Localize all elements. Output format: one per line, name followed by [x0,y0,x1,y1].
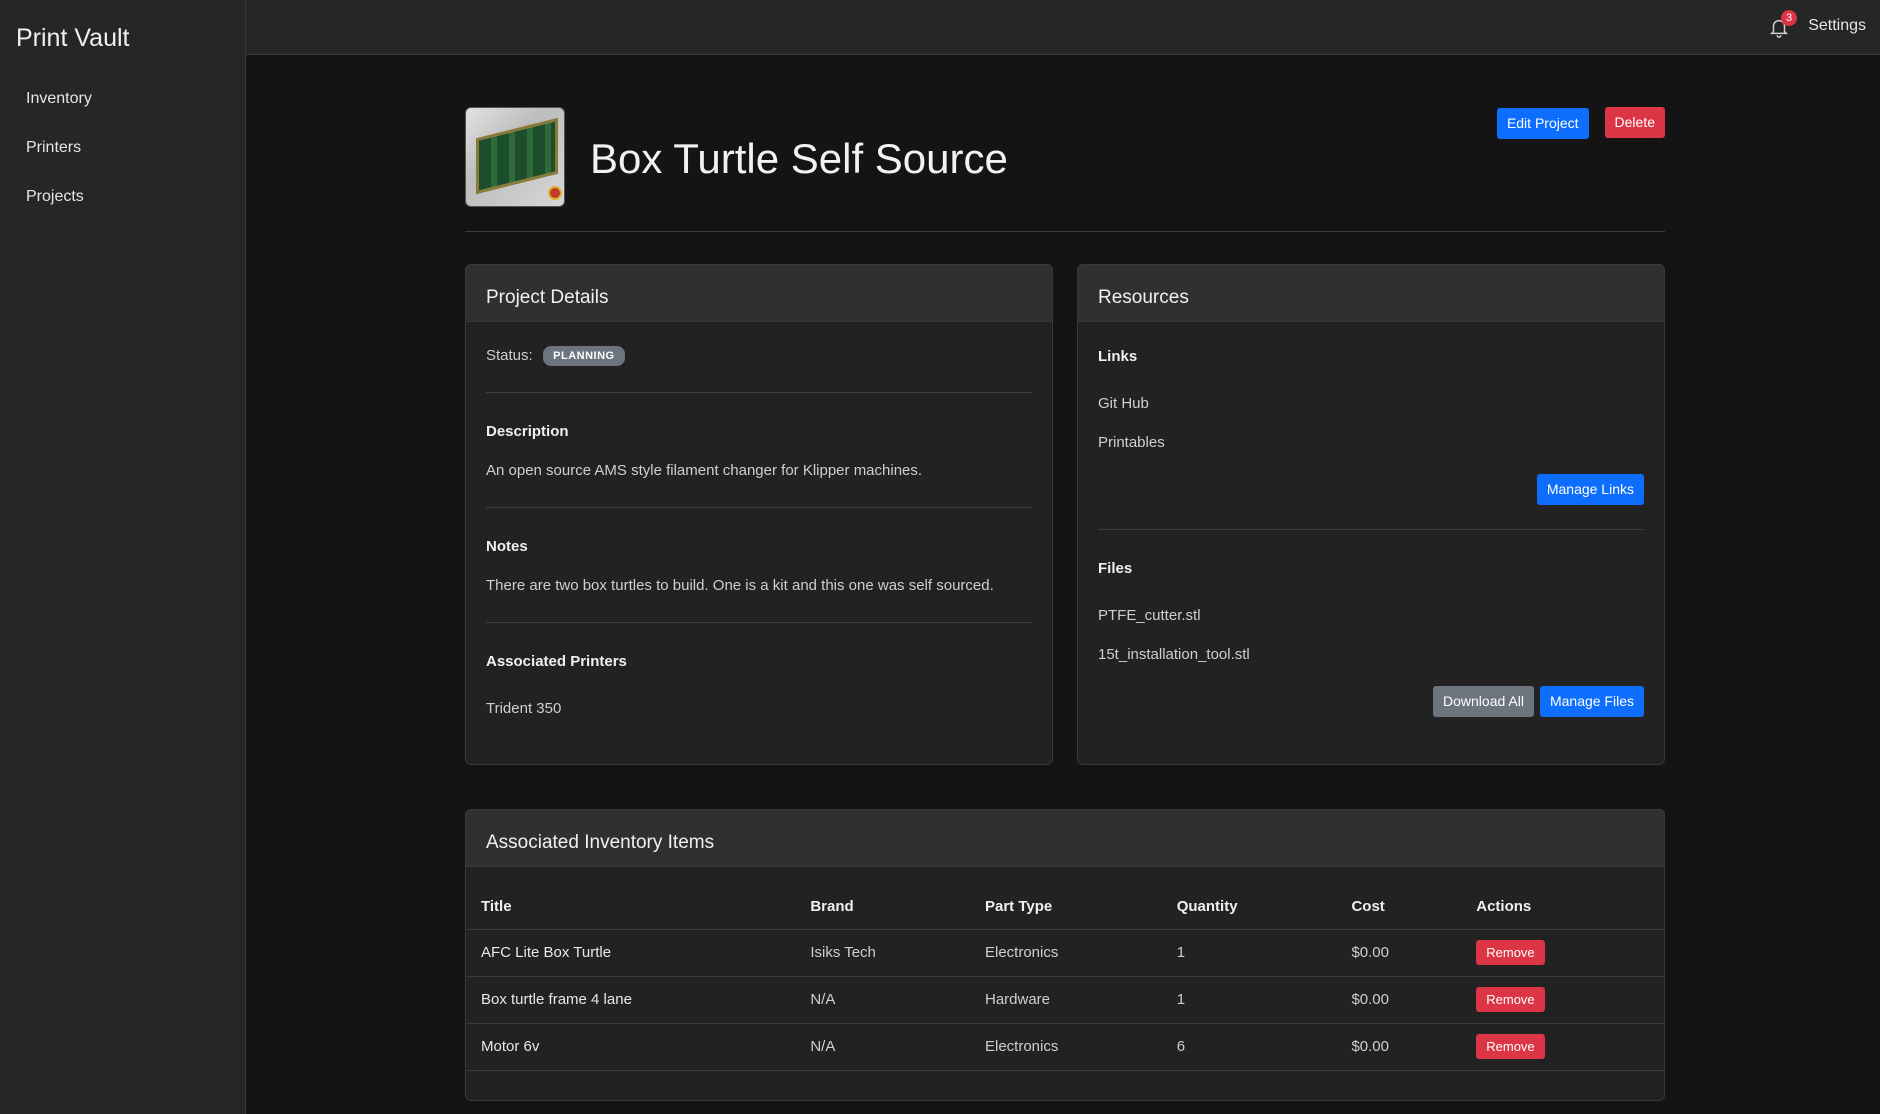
edit-project-button[interactable]: Edit Project [1496,108,1589,139]
remove-button[interactable]: Remove [1476,987,1545,1012]
project-thumbnail [465,107,565,207]
cell-title[interactable]: Box turtle frame 4 lane [466,975,811,1023]
main-content: Box Turtle Self Source Edit Project Dele… [465,107,1665,1101]
inventory-card: Associated Inventory Items Title Brand P… [465,809,1665,1101]
project-details-header: Project Details [466,265,1052,322]
resources-header: Resources [1078,265,1664,322]
table-header-row: Title Brand Part Type Quantity Cost Acti… [466,867,1664,929]
table-row: Motor 6v N/A Electronics 6 $0.00 Remove [466,1022,1664,1071]
links-title: Links [1098,348,1138,365]
cell-title[interactable]: AFC Lite Box Turtle [466,928,811,976]
app-title[interactable]: Print Vault [16,24,129,53]
column-header-quantity: Quantity [1176,898,1238,916]
page-title: Box Turtle Self Source [590,135,1008,182]
notification-count-badge: 3 [1781,10,1797,26]
delete-button[interactable]: Delete [1604,107,1665,138]
column-header-actions: Actions [1476,898,1532,916]
link-item[interactable]: Git Hub [1098,395,1644,412]
remove-button[interactable]: Remove [1476,940,1545,965]
cell-quantity: 1 [1176,928,1352,976]
sidebar: Print Vault Inventory Printers Projects [0,0,246,1114]
remove-button[interactable]: Remove [1476,1034,1545,1059]
resources-card: Resources Links Git Hub Printables Manag… [1077,264,1665,765]
cell-part-type: Hardware [985,975,1177,1023]
printer-item[interactable]: Trident 350 [486,700,1032,717]
sidebar-item-printers[interactable]: Printers [26,133,92,182]
settings-link[interactable]: Settings [1808,17,1866,35]
cell-actions: Remove [1476,928,1664,976]
sidebar-nav: Inventory Printers Projects [26,84,92,231]
cell-quantity: 1 [1176,975,1352,1023]
cell-cost: $0.00 [1351,1022,1477,1071]
cell-cost: $0.00 [1351,928,1477,976]
cell-part-type: Electronics [985,1022,1177,1071]
description-title: Description [486,423,569,440]
cell-actions: Remove [1476,975,1664,1023]
cell-part-type: Electronics [985,928,1177,976]
associated-printers-title: Associated Printers [486,653,627,670]
table-row: AFC Lite Box Turtle Isiks Tech Electroni… [466,928,1664,976]
project-details-card: Project Details Status: PLANNING Descrip… [465,264,1053,765]
inventory-table: Title Brand Part Type Quantity Cost Acti… [466,867,1664,1071]
download-all-button[interactable]: Download All [1433,686,1534,717]
notifications-button[interactable]: 3 [1768,10,1797,38]
files-title: Files [1098,560,1133,577]
sidebar-item-projects[interactable]: Projects [26,182,92,231]
project-header: Box Turtle Self Source Edit Project Dele… [465,107,1665,232]
file-item[interactable]: PTFE_cutter.stl [1098,607,1644,624]
status-label: Status: [486,347,533,365]
cell-cost: $0.00 [1351,975,1477,1023]
status-badge: PLANNING [543,346,625,366]
cell-quantity: 6 [1176,1022,1352,1071]
notes-title: Notes [486,538,528,555]
table-row: Box turtle frame 4 lane N/A Hardware 1 $… [466,975,1664,1023]
sidebar-item-inventory[interactable]: Inventory [26,84,92,133]
inventory-header: Associated Inventory Items [466,810,1664,867]
cell-actions: Remove [1476,1022,1664,1071]
link-item[interactable]: Printables [1098,434,1644,451]
manage-files-button[interactable]: Manage Files [1539,686,1644,717]
cell-brand: Isiks Tech [810,928,985,976]
column-header-title: Title [481,898,512,916]
description-text: An open source AMS style filament change… [486,462,923,479]
cell-brand: N/A [810,975,985,1023]
column-header-brand: Brand [810,898,854,916]
file-item[interactable]: 15t_installation_tool.stl [1098,646,1644,663]
column-header-cost: Cost [1351,898,1385,916]
column-header-part-type: Part Type [985,898,1053,916]
cell-brand: N/A [810,1022,985,1071]
notes-text: There are two box turtles to build. One … [486,577,994,594]
top-bar: 3 Settings [246,0,1880,55]
cell-title[interactable]: Motor 6v [466,1022,811,1071]
manage-links-button[interactable]: Manage Links [1536,474,1644,505]
